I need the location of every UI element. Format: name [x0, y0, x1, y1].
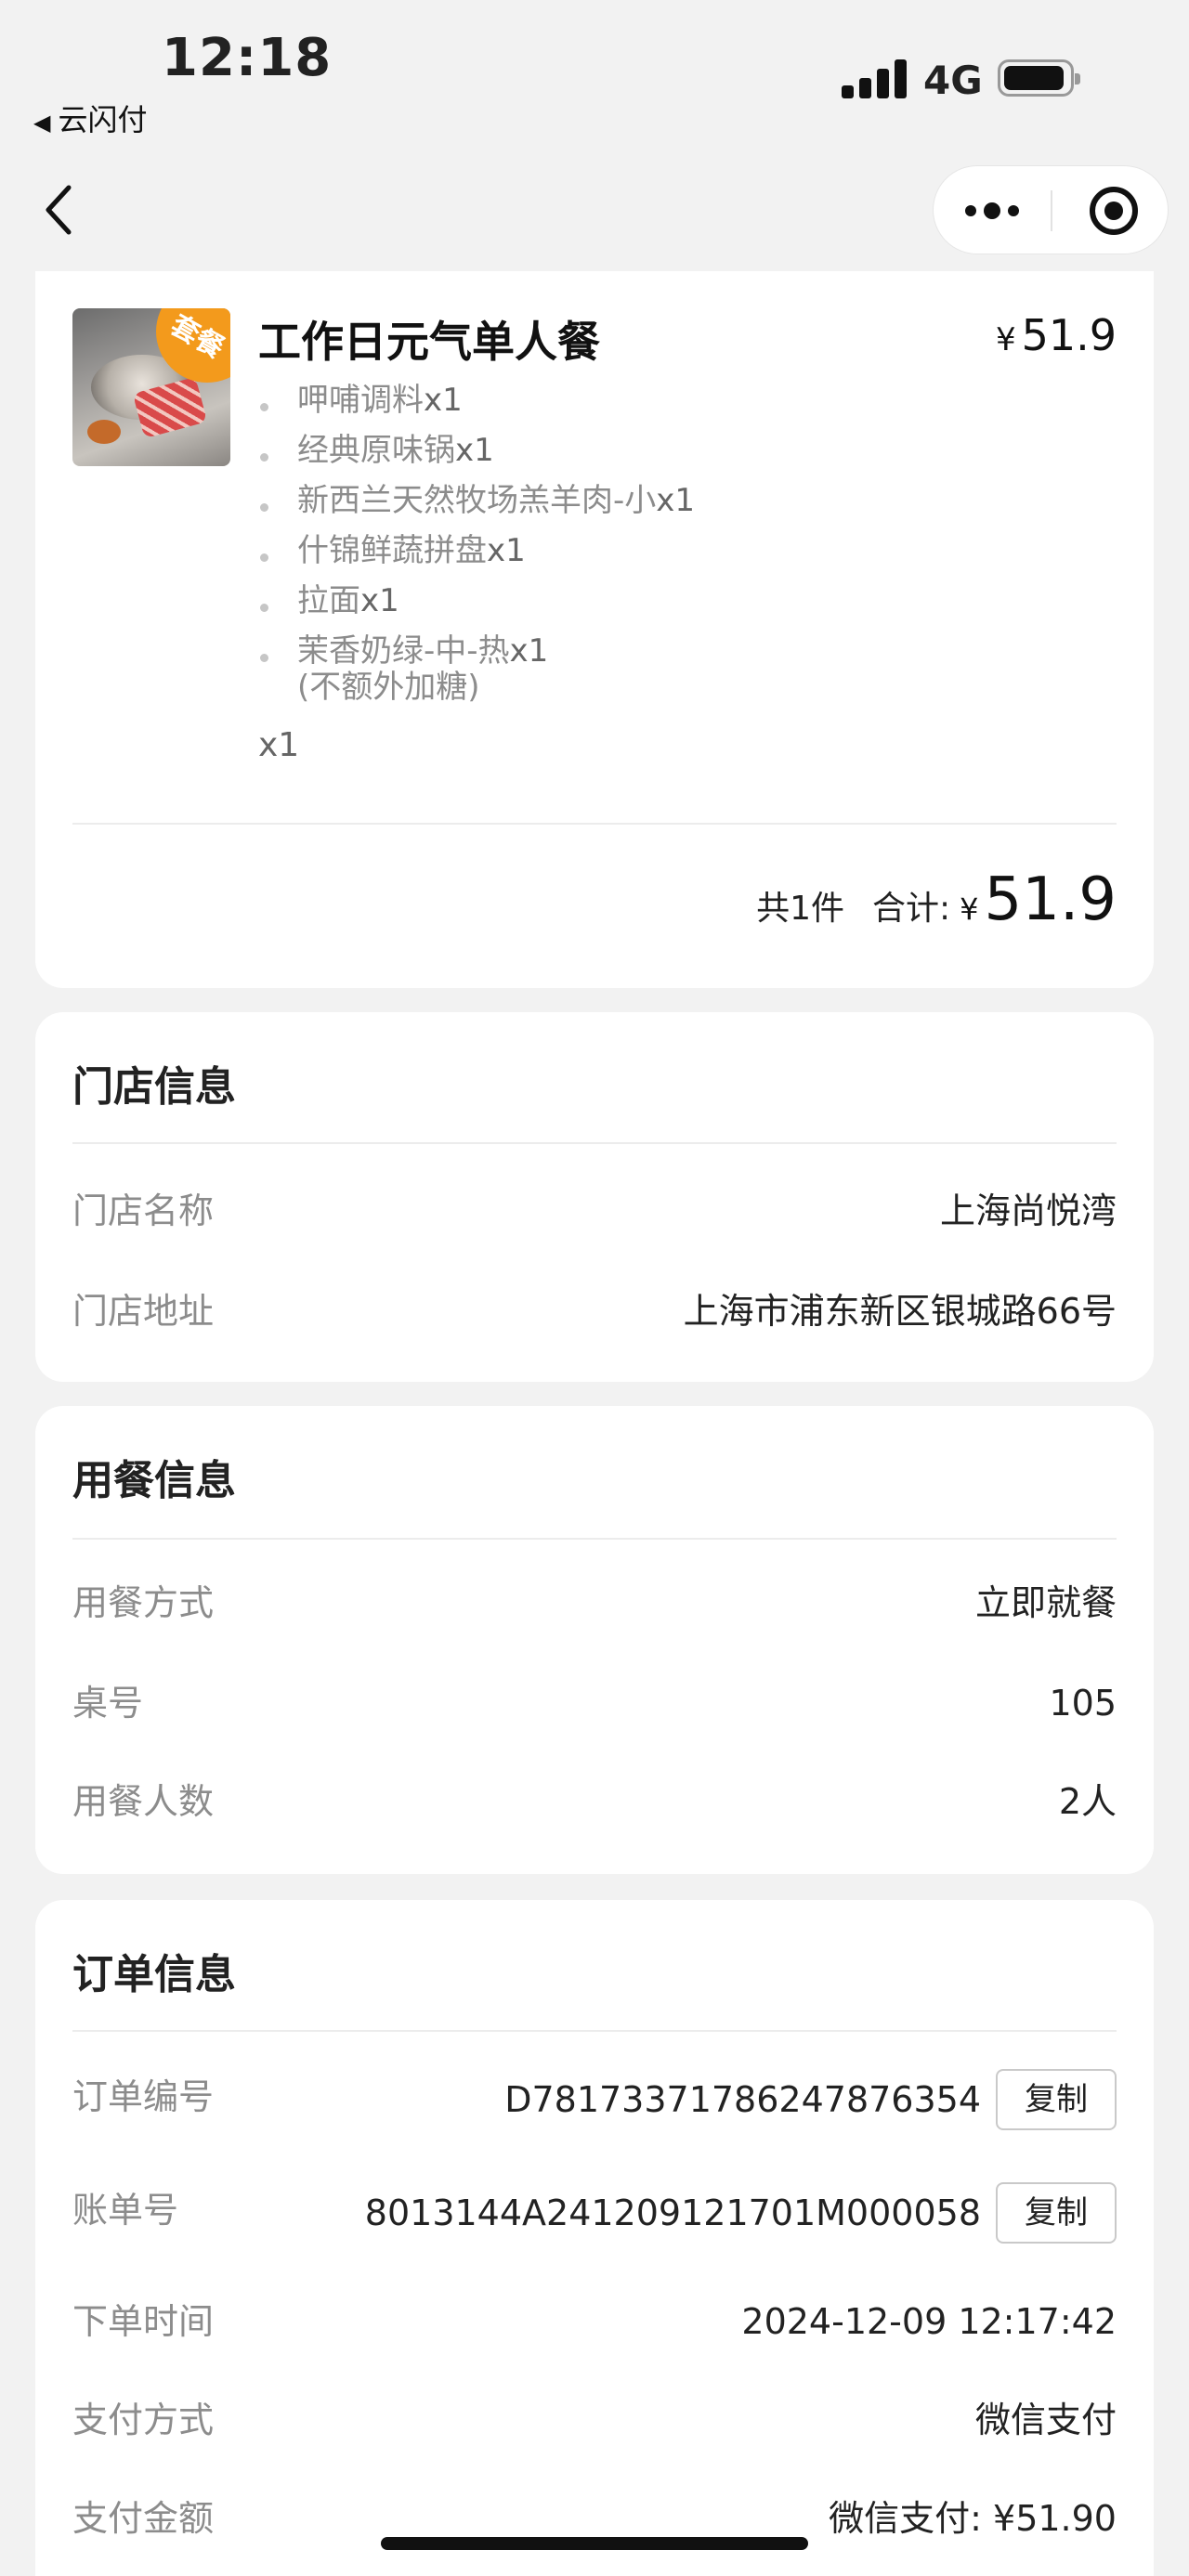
divider: [72, 2030, 1117, 2032]
divider: [72, 1142, 1117, 1144]
close-miniprogram-icon[interactable]: [1090, 187, 1138, 235]
order-number-value: D78173371786247876354: [504, 2079, 981, 2120]
set-meal-item-list: 呷哺调料x1 经典原味锅x1 新西兰天然牧场羔羊肉-小x1 什锦鲜蔬拼盘x1 拉…: [258, 375, 695, 676]
section-title: 订单信息: [72, 1951, 236, 1998]
total-currency: ¥: [960, 891, 979, 927]
dish-price: ¥51.9: [995, 310, 1117, 360]
divider: [72, 1538, 1117, 1540]
total-amount: 51.9: [984, 865, 1117, 934]
list-item: 新西兰天然牧场羔羊肉-小x1: [258, 475, 695, 526]
dining-info-card: 用餐信息 用餐方式 立即就餐 桌号 105 用餐人数 2人: [35, 1406, 1154, 1874]
party-size-row: 用餐人数 2人: [72, 1781, 1117, 1822]
list-item: 什锦鲜蔬拼盘x1: [258, 526, 695, 576]
list-item: 经典原味锅x1: [258, 425, 695, 475]
order-time-row: 下单时间 2024-12-09 12:17:42: [72, 2301, 1117, 2342]
status-bar: 12:18 ◀ 云闪付 4G: [0, 0, 1189, 149]
more-options-icon[interactable]: [934, 166, 1051, 255]
list-item: 拉面x1: [258, 576, 695, 626]
status-time: 12:18: [162, 28, 333, 88]
back-arrow-icon[interactable]: [41, 182, 78, 238]
store-info-card: 门店信息 门店名称 上海尚悦湾 门店地址 上海市浦东新区银城路66号: [35, 1012, 1154, 1382]
section-title: 用餐信息: [72, 1457, 236, 1504]
order-number-row: 订单编号 D78173371786247876354 复制: [72, 2069, 1117, 2134]
item-note: (不额外加糖): [297, 669, 480, 706]
network-type: 4G: [923, 58, 983, 103]
battery-icon: [998, 59, 1080, 97]
dish-quantity: x1: [258, 726, 300, 764]
total-label: 合计:: [872, 890, 951, 928]
copy-order-number-button[interactable]: 复制: [996, 2069, 1117, 2130]
order-info-card: 订单信息 订单编号 D78173371786247876354 复制 账单号 8…: [35, 1900, 1154, 2576]
payment-method-row: 支付方式 微信支付: [72, 2400, 1117, 2440]
back-triangle-icon: ◀: [33, 110, 51, 136]
home-indicator[interactable]: [381, 2537, 808, 2550]
bill-number-value: 8013144A241209121701M000058: [364, 2192, 981, 2233]
store-name-row: 门店名称 上海尚悦湾: [72, 1190, 1117, 1231]
order-items-card: 套餐 工作日元气单人餐 ¥51.9 呷哺调料x1 经典原味锅x1 新西兰天然牧场…: [35, 271, 1154, 988]
back-to-app-link[interactable]: ◀ 云闪付: [33, 97, 147, 139]
copy-bill-number-button[interactable]: 复制: [996, 2182, 1117, 2244]
section-title: 门店信息: [72, 1063, 236, 1111]
table-number-row: 桌号 105: [72, 1683, 1117, 1724]
dish-thumbnail[interactable]: 套餐: [72, 308, 230, 466]
list-item: 呷哺调料x1: [258, 375, 695, 425]
item-count: 共1件: [756, 890, 844, 928]
miniprogram-capsule: [933, 165, 1169, 254]
capsule-divider: [1051, 190, 1052, 231]
divider: [72, 823, 1117, 825]
bill-number-row: 账单号 8013144A241209121701M000058 复制: [72, 2182, 1117, 2247]
store-address-row: 门店地址 上海市浦东新区银城路66号: [72, 1291, 1117, 1332]
order-total: 共1件 合计: ¥ 51.9: [756, 865, 1117, 934]
dish-name: 工作日元气单人餐: [258, 317, 600, 367]
back-app-label: 云闪付: [58, 102, 148, 137]
dining-mode-row: 用餐方式 立即就餐: [72, 1582, 1117, 1623]
signal-icon: [842, 59, 907, 98]
